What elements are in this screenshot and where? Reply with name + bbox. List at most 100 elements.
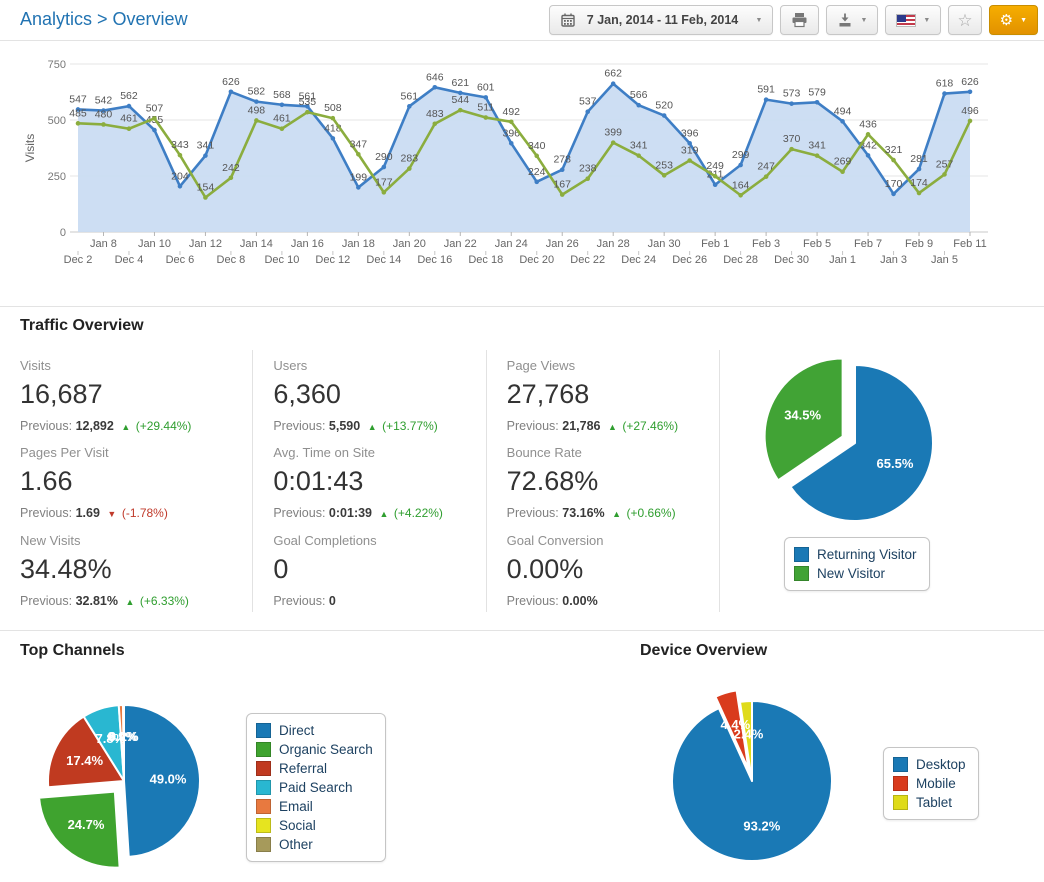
trend-arrow-icon: ▼ [107,509,116,519]
data-point[interactable] [101,122,106,127]
data-point[interactable] [611,81,616,86]
data-point[interactable] [229,175,234,180]
data-point-label: 370 [783,133,801,145]
data-point[interactable] [254,99,259,104]
data-point[interactable] [662,113,667,118]
visitor-type-pie-chart[interactable]: 65.5%34.5% [753,341,957,545]
data-point[interactable] [178,184,183,189]
data-point[interactable] [331,116,336,121]
data-point[interactable] [917,167,922,172]
x-axis-label-previous: Jan 1 [829,254,856,266]
data-point[interactable] [917,191,922,196]
legend-swatch [794,566,809,581]
breadcrumb-overview[interactable]: Overview [113,9,188,29]
data-point[interactable] [407,104,412,109]
data-point[interactable] [407,166,412,171]
visits-line-chart[interactable]: 0250500750VisitsJan 8Jan 10Jan 12Jan 14J… [20,50,1024,298]
data-point[interactable] [738,193,743,198]
language-button[interactable]: ▼ [885,5,941,35]
print-button[interactable] [780,5,819,35]
data-point[interactable] [382,165,387,170]
x-axis-label-previous: Dec 12 [315,254,350,266]
data-point[interactable] [509,119,514,124]
device-overview-pie-chart[interactable]: 93.2%4.4%2.4% [650,679,854,882]
data-point[interactable] [356,152,361,157]
data-point[interactable] [585,109,590,114]
data-point[interactable] [433,122,438,127]
data-point-label: 544 [452,94,470,106]
data-point[interactable] [280,102,285,107]
data-point[interactable] [815,100,820,105]
data-point[interactable] [611,140,616,145]
data-point[interactable] [305,110,310,115]
data-point[interactable] [483,95,488,100]
data-point[interactable] [636,153,641,158]
data-point[interactable] [738,163,743,168]
data-point[interactable] [636,103,641,108]
data-point-label: 321 [885,144,903,156]
data-point[interactable] [968,89,973,94]
metric-label: Visits [20,358,242,373]
data-point[interactable] [509,141,514,146]
data-point[interactable] [585,176,590,181]
data-point[interactable] [815,153,820,158]
data-point[interactable] [152,116,157,121]
metric-previous-value: 12,892 [76,419,114,433]
data-point[interactable] [433,85,438,90]
data-point[interactable] [483,115,488,120]
data-point[interactable] [76,121,81,126]
metric-previous-label: Previous: [273,594,325,608]
y-axis-tick-label: 250 [48,171,66,183]
data-point[interactable] [152,128,157,133]
data-point[interactable] [866,153,871,158]
data-point[interactable] [687,158,692,163]
data-point[interactable] [280,126,285,131]
data-point[interactable] [254,118,259,123]
data-point[interactable] [866,132,871,137]
data-point[interactable] [458,108,463,113]
top-channels-pie-chart[interactable]: 49.0%24.7%17.4%7.8%0.9%0.2% [22,679,226,882]
favorite-button[interactable]: ☆ [948,5,981,35]
data-point[interactable] [662,173,667,178]
data-point[interactable] [331,136,336,141]
data-point[interactable] [229,89,234,94]
data-point[interactable] [891,192,896,197]
data-point-label: 566 [630,89,648,101]
data-point[interactable] [382,190,387,195]
metric-previous: Previous: 12,892 ▲ (+29.44%) [20,419,242,433]
data-point[interactable] [840,119,845,124]
data-point[interactable] [789,101,794,106]
data-point[interactable] [713,182,718,187]
data-point[interactable] [203,153,208,158]
export-button[interactable]: ▼ [826,5,878,35]
data-point[interactable] [840,169,845,174]
data-point[interactable] [203,195,208,200]
settings-button[interactable]: ⚙ ▼ [989,5,1038,35]
legend-label: Email [279,799,313,814]
data-point[interactable] [968,119,973,124]
y-axis-tick-label: 750 [48,59,66,71]
data-point[interactable] [764,97,769,102]
data-point-label: 562 [120,90,138,102]
data-point[interactable] [560,167,565,172]
data-point[interactable] [560,192,565,197]
data-point[interactable] [356,185,361,190]
data-point[interactable] [127,126,132,131]
date-range-button[interactable]: 7 Jan, 2014 - 11 Feb, 2014 ▼ [549,5,773,35]
data-point[interactable] [127,104,132,109]
data-point[interactable] [789,147,794,152]
metric-previous-value: 0 [329,594,336,608]
x-axis-label-current: Jan 18 [342,238,375,250]
data-point[interactable] [942,172,947,177]
breadcrumb-analytics-link[interactable]: Analytics [20,9,92,29]
data-point[interactable] [534,154,539,159]
data-point[interactable] [891,158,896,163]
metric-previous-value: 32.81% [76,594,118,608]
data-point[interactable] [713,174,718,179]
data-point[interactable] [534,180,539,185]
data-point[interactable] [764,174,769,179]
data-point-label: 537 [579,96,597,108]
data-point[interactable] [178,153,183,158]
x-axis-label-current: Jan 8 [90,238,117,250]
data-point[interactable] [942,91,947,96]
